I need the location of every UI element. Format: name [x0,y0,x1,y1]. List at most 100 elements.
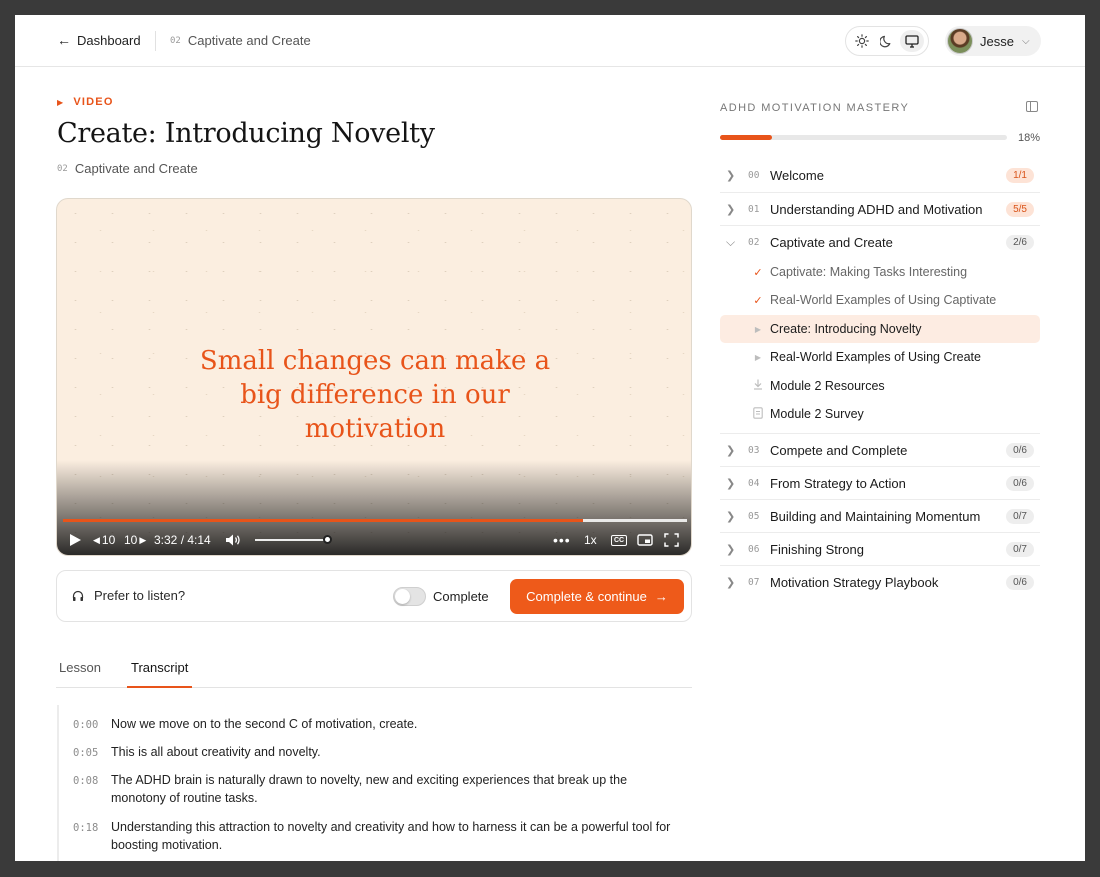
transcript: 0:00 Now we move on to the second C of m… [57,705,692,861]
video-quote: Small changes can make a big difference … [57,344,691,446]
volume-knob[interactable] [323,535,332,544]
module-item[interactable]: ❯ 04 From Strategy to Action 0/6 [720,466,1040,499]
dark-theme-button[interactable] [875,30,899,52]
download-icon-svg [754,379,762,390]
course-progress-percent: 18% [1018,132,1041,144]
module-item[interactable]: ❯ 06 Finishing Strong 0/7 [720,532,1040,565]
module-item[interactable]: ❯ 05 Building and Maintaining Momentum 0… [720,499,1040,532]
module-number: 02 [748,236,760,248]
survey-icon-svg [753,406,763,419]
rewind-icon: ◀ [93,534,100,545]
transcript-timestamp: 0:00 [73,719,99,731]
module-number: 00 [748,170,760,181]
volume-slider[interactable] [255,539,327,541]
transcript-text: Understanding this attraction to novelty… [111,820,671,852]
transcript-line[interactable]: 0:05 This is all about creativity and no… [73,743,671,762]
sidebar-toggle-icon[interactable] [1026,101,1038,112]
lesson-type-tag: ▶ VIDEO [57,96,114,108]
video-progress-bar[interactable] [63,519,687,522]
pip-button[interactable] [637,529,653,551]
module-number: 04 [748,477,760,489]
module-progress-badge: 0/6 [1006,574,1034,590]
transcript-line[interactable]: 0:00 Now we move on to the second C of m… [73,715,671,734]
lesson-item[interactable]: ✓ Captivate: Making Tasks Interesting [720,258,1040,286]
transcript-line[interactable]: 0:08 The ADHD brain is naturally drawn t… [73,771,671,807]
user-menu[interactable]: Jesse ⌵ [945,26,1041,56]
more-options-button[interactable]: ••• [553,529,571,551]
lesson-title: Real-World Examples of Using Create [770,350,981,364]
forward-button[interactable]: 10 ▶ [124,529,146,551]
lesson-module-name: Captivate and Create [74,161,198,176]
module-item[interactable]: ❯ 00 Welcome 1/1 [720,159,1040,192]
breadcrumb: 02 Captivate and Create [170,33,311,48]
top-bar: ← Dashboard 02 Captivate and Create Jess… [15,15,1085,67]
complete-and-continue-button[interactable]: Complete & continue → [510,579,684,614]
module-item[interactable]: ❯ 07 Motivation Strategy Playbook 0/6 [720,565,1040,598]
module-item[interactable]: ❯ 03 Compete and Complete 0/6 [720,433,1040,466]
forward-icon: ▶ [139,534,147,545]
divider [155,31,156,51]
sun-icon [855,34,870,48]
lesson-module: 02 Captivate and Create [57,161,198,176]
play-button[interactable] [69,529,82,551]
lesson-title: Real-World Examples of Using Captivate [770,293,997,307]
module-progress-badge: 0/6 [1006,442,1034,458]
chevron-right-icon: ❯ [726,510,736,523]
lesson-item[interactable]: Module 2 Survey [720,400,1040,428]
arrow-right-icon: → [654,589,668,604]
video-time: 3:32 / 4:14 [154,533,211,547]
module-number: 05 [748,510,760,522]
captions-button[interactable]: CC [611,529,628,551]
transcript-text: The ADHD brain is naturally drawn to nov… [111,773,628,805]
playback-speed-button[interactable]: 1x [584,529,597,551]
more-icon: ••• [553,532,571,548]
module-progress-badge: 0/7 [1006,508,1034,524]
module-title: Captivate and Create [770,234,893,250]
transcript-line[interactable]: 0:18 Understanding this attraction to no… [73,818,671,854]
back-to-dashboard-link[interactable]: ← Dashboard [57,32,141,48]
monitor-icon [904,34,919,48]
download-icon [748,379,768,393]
lesson-item[interactable]: ▶ Real-World Examples of Using Create [720,343,1040,371]
chevron-down-icon: ⌵ [726,234,736,249]
chevron-down-icon: ⌵ [1021,35,1030,47]
back-label: Dashboard [77,32,141,48]
avatar [947,28,973,54]
transcript-timestamp: 0:18 [73,822,99,834]
module-progress-badge: 5/5 [1006,201,1034,217]
chevron-right-icon: ❯ [726,170,736,182]
chevron-right-icon: ❯ [726,477,736,490]
chevron-right-icon: ❯ [726,576,736,589]
play-icon: ▶ [754,324,762,334]
rewind-label: 10 [101,533,116,547]
check-icon: ✓ [753,294,763,307]
page-title: Create: Introducing Novelty [57,118,435,149]
tab-transcript[interactable]: Transcript [127,660,193,688]
check-icon: ✓ [753,266,763,279]
module-item[interactable]: ⌵ 02 Captivate and Create 2/6 [720,225,1040,258]
module-progress-badge: 0/6 [1006,475,1034,491]
module-title: From Strategy to Action [770,475,906,491]
module-item[interactable]: ❯ 01 Understanding ADHD and Motivation 5… [720,192,1040,225]
rewind-button[interactable]: ◀ 10 [93,529,115,551]
module-title: Understanding ADHD and Motivation [770,201,983,217]
system-theme-button[interactable] [899,30,924,52]
fullscreen-button[interactable] [664,529,679,551]
tab-lesson[interactable]: Lesson [59,660,101,688]
lesson-title: Create: Introducing Novelty [770,322,922,336]
module-number: 06 [748,543,760,555]
lesson-item[interactable]: ✓ Real-World Examples of Using Captivate [720,286,1040,314]
mute-button[interactable] [225,529,242,551]
lesson-item-current[interactable]: ▶ Create: Introducing Novelty [720,315,1040,343]
complete-toggle[interactable] [393,587,426,606]
volume-icon [226,534,240,546]
app-window: ← Dashboard 02 Captivate and Create Jess… [15,15,1085,861]
course-title: ADHD MOTIVATION MASTERY [720,102,910,114]
video-player[interactable]: Small changes can make a big difference … [56,198,692,556]
play-icon [70,534,81,546]
lesson-item[interactable]: Module 2 Resources [720,372,1040,400]
light-theme-button[interactable] [850,30,874,52]
listen-button[interactable]: Prefer to listen? [72,588,185,603]
cc-icon: CC [611,534,628,546]
course-progress-fill [720,135,772,140]
